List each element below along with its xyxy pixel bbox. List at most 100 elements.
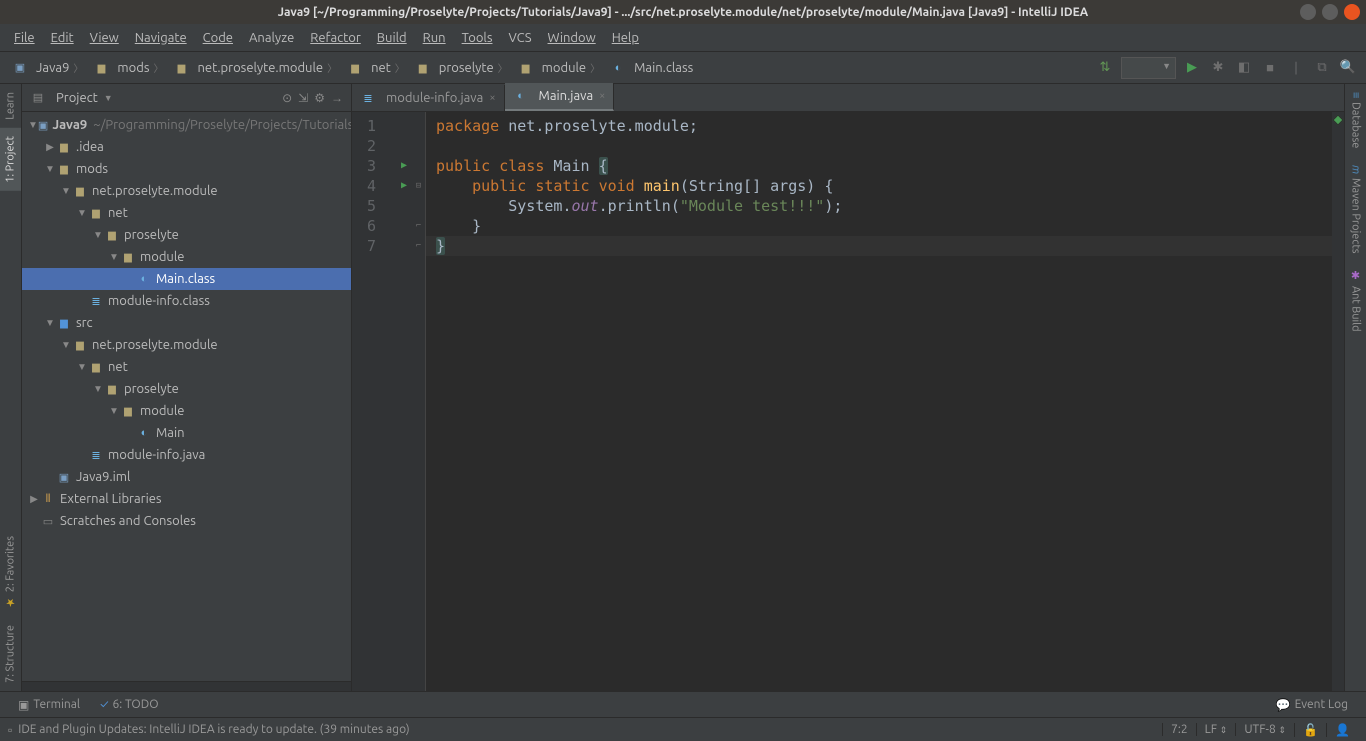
sidebar-tab-ant[interactable]: ✱Ant Build: [1345, 261, 1366, 340]
run-line-marker-icon[interactable]: ▶: [396, 176, 412, 196]
tree-item[interactable]: ▼proselyte: [22, 224, 351, 246]
event-log-tool[interactable]: 💬Event Log: [1266, 695, 1358, 715]
status-icon[interactable]: ▫: [8, 723, 12, 737]
menu-navigate[interactable]: Navigate: [127, 28, 195, 48]
tree-item[interactable]: Scratches and Consoles: [22, 510, 351, 532]
search-everywhere-icon[interactable]: 🔍: [1338, 58, 1358, 78]
menu-file[interactable]: File: [6, 28, 43, 48]
chevron-right-icon[interactable]: ▶: [44, 141, 56, 153]
chevron-down-icon[interactable]: ▼: [104, 93, 113, 103]
tree-item[interactable]: ▼proselyte: [22, 378, 351, 400]
lock-icon[interactable]: 🔓: [1294, 723, 1326, 737]
file-encoding[interactable]: UTF-8 ⇕: [1235, 723, 1294, 736]
tree-item[interactable]: ▼net.proselyte.module: [22, 180, 351, 202]
tree-item[interactable]: ▶.idea: [22, 136, 351, 158]
tree-item[interactable]: ▼module: [22, 246, 351, 268]
tree-item[interactable]: module-info.class: [22, 290, 351, 312]
close-icon[interactable]: ×: [489, 92, 495, 104]
fold-marker-icon[interactable]: ⊟: [412, 176, 425, 196]
tree-item[interactable]: ▼mods: [22, 158, 351, 180]
chevron-down-icon[interactable]: ▼: [44, 317, 56, 329]
chevron-down-icon[interactable]: ▼: [44, 163, 56, 175]
fold-end-icon[interactable]: ⌐: [412, 236, 425, 256]
fold-end-icon[interactable]: ⌐: [412, 216, 425, 236]
breadcrumb[interactable]: proselyte〉: [411, 58, 512, 78]
close-icon[interactable]: ×: [599, 90, 605, 102]
breadcrumb[interactable]: Main.class: [606, 58, 697, 78]
tree-item[interactable]: Main: [22, 422, 351, 444]
tab-main[interactable]: Main.java×: [505, 83, 615, 111]
tree-item[interactable]: ▼module: [22, 400, 351, 422]
run-line-marker-icon[interactable]: ▶: [396, 156, 412, 176]
sidebar-tab-favorites[interactable]: ★2: Favorites: [0, 528, 21, 617]
menu-run[interactable]: Run: [415, 28, 454, 48]
chevron-down-icon[interactable]: ▼: [108, 405, 120, 417]
project-tree[interactable]: ▼ Java9 ~/Programming/Proselyte/Projects…: [22, 112, 351, 681]
stop-icon[interactable]: ■: [1260, 58, 1280, 78]
tab-module-info[interactable]: module-info.java×: [352, 85, 505, 111]
sidebar-tab-structure[interactable]: 7: Structure: [0, 617, 21, 691]
hide-icon[interactable]: →: [331, 91, 343, 105]
gear-icon[interactable]: ⚙: [314, 91, 325, 105]
menu-tools[interactable]: Tools: [454, 28, 501, 48]
sidebar-tab-database[interactable]: ≡Database: [1345, 84, 1366, 157]
tree-item[interactable]: ▼net: [22, 202, 351, 224]
inspector-icon[interactable]: 👤: [1326, 723, 1358, 737]
tree-item[interactable]: Java9.iml: [22, 466, 351, 488]
cursor-position[interactable]: 7:2: [1162, 723, 1196, 736]
menu-edit[interactable]: Edit: [43, 28, 82, 48]
chevron-down-icon[interactable]: ▼: [92, 229, 104, 241]
chevron-down-icon[interactable]: ▼: [28, 119, 38, 131]
error-stripe[interactable]: [1332, 112, 1344, 691]
menu-build[interactable]: Build: [369, 28, 415, 48]
menu-view[interactable]: View: [82, 28, 127, 48]
project-structure-icon[interactable]: ⧉: [1312, 58, 1332, 78]
tree-item[interactable]: ▼net.proselyte.module: [22, 334, 351, 356]
horizontal-scrollbar[interactable]: [22, 681, 351, 691]
breadcrumb[interactable]: net〉: [343, 58, 409, 78]
terminal-tool[interactable]: ▣Terminal: [8, 695, 90, 715]
tree-item-selected[interactable]: Main.class: [22, 268, 351, 290]
sidebar-tab-maven[interactable]: mMaven Projects: [1345, 157, 1366, 262]
minimize-button[interactable]: [1300, 4, 1316, 20]
status-message: IDE and Plugin Updates: IntelliJ IDEA is…: [18, 723, 409, 736]
chevron-down-icon[interactable]: ▼: [76, 361, 88, 373]
sidebar-tab-learn[interactable]: Learn: [0, 84, 21, 128]
todo-tool[interactable]: ✓6: TODO: [90, 695, 168, 714]
chevron-right-icon[interactable]: ▶: [28, 493, 40, 505]
collapse-icon[interactable]: ⇲: [298, 91, 308, 105]
debug-icon[interactable]: ✱: [1208, 58, 1228, 78]
code-editor[interactable]: 1 2 3 4 5 6 7 ▶ ▶ ⊟ ⌐ ⌐: [352, 112, 1344, 691]
breadcrumb[interactable]: mods〉: [89, 58, 167, 78]
tree-item[interactable]: ▼src: [22, 312, 351, 334]
tree-root[interactable]: ▼ Java9 ~/Programming/Proselyte/Projects…: [22, 114, 351, 136]
menu-help[interactable]: Help: [604, 28, 647, 48]
chevron-down-icon[interactable]: ▼: [92, 383, 104, 395]
locate-icon[interactable]: ⊙: [282, 91, 292, 105]
breadcrumb[interactable]: module〉: [514, 58, 604, 78]
menu-code[interactable]: Code: [195, 28, 241, 48]
chevron-down-icon[interactable]: ▼: [60, 339, 72, 351]
coverage-icon[interactable]: ◧: [1234, 58, 1254, 78]
line-separator[interactable]: LF ⇕: [1196, 723, 1236, 736]
tree-item[interactable]: ▶External Libraries: [22, 488, 351, 510]
breadcrumb[interactable]: Java9〉: [8, 58, 87, 78]
chevron-down-icon[interactable]: ▼: [60, 185, 72, 197]
maximize-button[interactable]: [1322, 4, 1338, 20]
tree-item[interactable]: module-info.java: [22, 444, 351, 466]
run-icon[interactable]: ▶: [1182, 58, 1202, 78]
run-config-dropdown[interactable]: ▼: [1121, 57, 1176, 79]
package-icon: [104, 381, 120, 397]
chevron-down-icon[interactable]: ▼: [108, 251, 120, 263]
breadcrumb[interactable]: net.proselyte.module〉: [170, 58, 342, 78]
menu-window[interactable]: Window: [540, 28, 604, 48]
tree-item[interactable]: ▼net: [22, 356, 351, 378]
close-button[interactable]: [1344, 4, 1360, 20]
make-icon[interactable]: ⇅: [1095, 58, 1115, 78]
menu-vcs[interactable]: VCS: [500, 28, 539, 48]
tree-item-path: ~/Programming/Proselyte/Projects/Tutoria…: [93, 118, 351, 132]
menu-analyze[interactable]: Analyze: [241, 28, 302, 48]
menu-refactor[interactable]: Refactor: [302, 28, 369, 48]
chevron-down-icon[interactable]: ▼: [76, 207, 88, 219]
sidebar-tab-project[interactable]: 1: Project: [0, 128, 21, 191]
